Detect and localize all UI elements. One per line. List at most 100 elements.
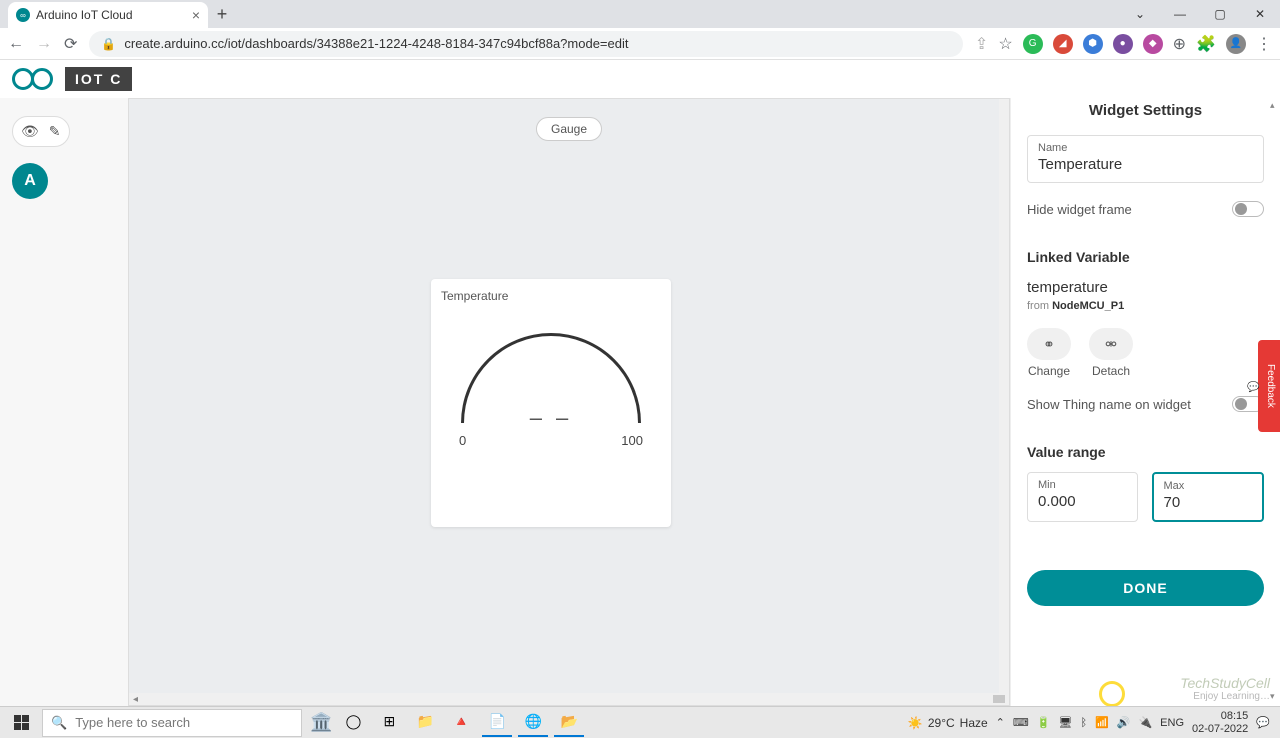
show-thing-name-label: Show Thing name on widget	[1027, 397, 1191, 412]
share-icon[interactable]: ⇪	[975, 34, 988, 54]
new-tab-button[interactable]: +	[208, 0, 236, 28]
browser-tab-bar: ∞ Arduino IoT Cloud × + ⌄ — ▢ ✕	[0, 0, 1280, 28]
scroll-thumb[interactable]	[993, 695, 1005, 703]
detach-link-button[interactable]: ⚮ Detach	[1089, 328, 1133, 378]
profile-avatar[interactable]: 👤	[1226, 34, 1246, 54]
tray-wifi-icon[interactable]: 📶	[1095, 716, 1109, 729]
tray-clock[interactable]: 08:15 02-07-2022	[1192, 710, 1248, 734]
tray-bluetooth-icon[interactable]: ᛒ	[1080, 717, 1087, 729]
extension-icon-2[interactable]: ◢	[1053, 34, 1073, 54]
extensions-puzzle-icon[interactable]: 🧩	[1196, 34, 1216, 54]
extension-icon-1[interactable]: G	[1023, 34, 1043, 54]
nav-reload-button[interactable]: ⟳	[64, 34, 77, 54]
address-bar: ← → ⟳ 🔒 create.arduino.cc/iot/dashboards…	[0, 28, 1280, 60]
linked-from-text: from NodeMCU_P1	[1027, 300, 1264, 312]
search-placeholder: Type here to search	[75, 715, 190, 730]
add-widget-button[interactable]: A	[12, 163, 48, 199]
extension-icon-4[interactable]: ●	[1113, 34, 1133, 54]
url-text: create.arduino.cc/iot/dashboards/34388e2…	[124, 36, 628, 51]
canvas-scrollbar-horizontal[interactable]: ◂ ▸	[129, 693, 1009, 705]
task-view-icon[interactable]: ⊞	[374, 709, 404, 737]
widget-type-badge: Gauge	[536, 117, 602, 141]
max-label: Max	[1164, 480, 1253, 492]
chrome-icon[interactable]: 🌐	[518, 709, 548, 737]
chrome-menu-button[interactable]: ⋮	[1256, 34, 1272, 54]
value-range-header: Value range	[1027, 444, 1264, 460]
window-close-button[interactable]: ✕	[1240, 0, 1280, 28]
tray-lang[interactable]: ENG	[1160, 717, 1184, 729]
bookmark-icon[interactable]: ☆	[998, 34, 1012, 54]
widget-title: Temperature	[441, 289, 661, 303]
search-icon: 🔍	[51, 715, 67, 731]
linked-variable-name: temperature	[1027, 279, 1264, 296]
watermark: TechStudyCell Enjoy Learning…	[1180, 675, 1270, 702]
canvas-scrollbar-vertical[interactable]	[999, 99, 1009, 693]
window-controls: ⌄ — ▢ ✕	[1120, 0, 1280, 28]
folder-icon[interactable]: 📂	[554, 709, 584, 737]
tray-power-icon[interactable]: 🔌	[1138, 716, 1152, 729]
url-field[interactable]: 🔒 create.arduino.cc/iot/dashboards/34388…	[89, 31, 963, 57]
tray-display-icon[interactable]: 🖥	[1058, 716, 1072, 729]
arduino-favicon-icon: ∞	[16, 8, 30, 22]
name-field-group[interactable]: Name	[1027, 135, 1264, 183]
name-input[interactable]	[1038, 156, 1253, 173]
sun-icon: ☀️	[908, 716, 923, 730]
tray-volume-icon[interactable]: 🔊	[1117, 716, 1131, 729]
tray-keyboard-icon[interactable]: ⌨	[1013, 716, 1029, 729]
taskbar-search[interactable]: 🔍 Type here to search	[42, 709, 302, 737]
widget-settings-panel: Widget Settings Name Hide widget frame L…	[1010, 98, 1280, 706]
system-tray: ☀️ 29°C Haze ⌃ ⌨ 🔋 🖥 ᛒ 📶 🔊 🔌 ENG 08:15 0…	[908, 710, 1276, 734]
minimize-chevron-icon[interactable]: ⌄	[1120, 0, 1160, 28]
extension-icon-5[interactable]: ◆	[1143, 34, 1163, 54]
min-field-group[interactable]: Min	[1027, 472, 1138, 522]
hide-frame-toggle[interactable]	[1232, 201, 1264, 217]
window-maximize-button[interactable]: ▢	[1200, 0, 1240, 28]
nav-forward-button[interactable]: →	[36, 35, 52, 53]
feedback-tab[interactable]: Feedback 💬	[1258, 340, 1280, 432]
iot-cloud-badge: IOT C	[65, 67, 132, 91]
settings-header: Widget Settings	[1027, 102, 1264, 127]
tray-battery-icon[interactable]: 🔋	[1037, 716, 1051, 729]
min-label: Min	[1038, 479, 1127, 491]
extension-icon-3[interactable]: ⬢	[1083, 34, 1103, 54]
gauge-widget[interactable]: Temperature – – 0 100	[431, 279, 671, 527]
close-tab-icon[interactable]: ×	[192, 7, 200, 23]
chat-icon: 💬	[1248, 380, 1259, 392]
taskbar-widget-icon[interactable]: 🏛️	[310, 712, 332, 733]
hide-frame-label: Hide widget frame	[1027, 202, 1132, 217]
nav-back-button[interactable]: ←	[8, 35, 24, 53]
max-input[interactable]	[1164, 494, 1253, 511]
vlc-icon[interactable]: 🔺	[446, 709, 476, 737]
change-link-button[interactable]: ⚭ Change	[1027, 328, 1071, 378]
notepad-icon[interactable]: 📄	[482, 709, 512, 737]
windows-logo-icon	[14, 715, 29, 730]
start-button[interactable]	[4, 709, 38, 737]
linked-thing-name: NodeMCU_P1	[1052, 300, 1124, 312]
name-label: Name	[1038, 142, 1253, 154]
weather-widget[interactable]: ☀️ 29°C Haze	[908, 716, 988, 730]
window-minimize-button[interactable]: —	[1160, 0, 1200, 28]
click-indicator-icon	[1099, 681, 1125, 706]
app-header: IOT C	[0, 60, 1280, 98]
left-toolbar: 👁 ✎ A	[0, 98, 128, 706]
gauge-min-label: 0	[459, 433, 466, 448]
done-button[interactable]: DONE	[1027, 570, 1264, 606]
zoom-icon[interactable]: ⊕	[1173, 34, 1186, 54]
scroll-left-icon[interactable]: ◂	[133, 694, 138, 705]
view-edit-toggle[interactable]: 👁 ✎	[12, 116, 70, 147]
lock-icon: 🔒	[101, 37, 116, 51]
pencil-icon: ✎	[49, 123, 61, 140]
browser-tab[interactable]: ∞ Arduino IoT Cloud ×	[8, 2, 208, 28]
gauge-max-label: 100	[621, 433, 643, 448]
tray-chevron-icon[interactable]: ⌃	[996, 716, 1005, 729]
max-field-group[interactable]: Max	[1152, 472, 1265, 522]
gauge-value: – –	[441, 405, 661, 431]
min-input[interactable]	[1038, 493, 1127, 510]
cortana-icon[interactable]: ◯	[338, 709, 368, 737]
arduino-logo[interactable]	[12, 68, 53, 90]
notifications-icon[interactable]: 💬	[1256, 716, 1270, 729]
dashboard-canvas[interactable]: Gauge Temperature – – 0 100 ◂ ▸	[128, 98, 1010, 706]
addr-bar-actions: ⇪ ☆ G ◢ ⬢ ● ◆ ⊕ 🧩 👤 ⋮	[975, 34, 1272, 54]
unlink-icon: ⚮	[1105, 336, 1117, 353]
file-explorer-icon[interactable]: 📁	[410, 709, 440, 737]
